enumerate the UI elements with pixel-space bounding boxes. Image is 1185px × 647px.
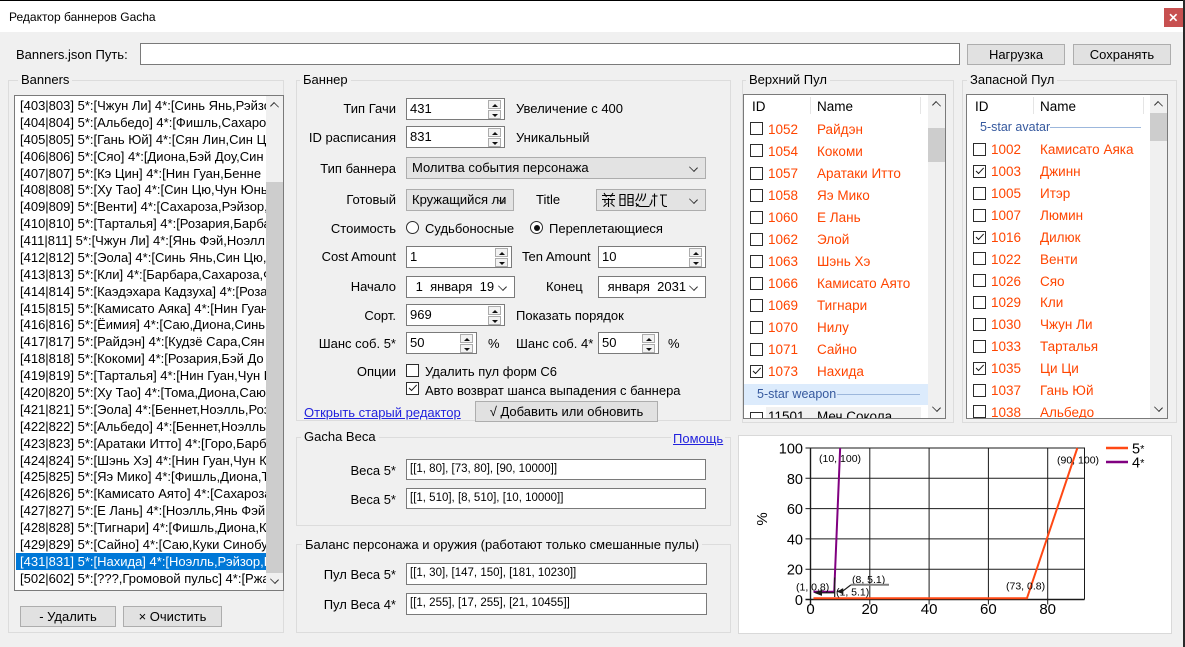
svg-text:%: % bbox=[754, 512, 771, 525]
svg-text:60: 60 bbox=[787, 502, 803, 518]
svg-text:80: 80 bbox=[787, 472, 803, 488]
svg-text:(1, 0.8): (1, 0.8) bbox=[796, 582, 829, 594]
svg-text:4*: 4* bbox=[1132, 456, 1145, 472]
svg-text:(73, 0.8): (73, 0.8) bbox=[1006, 581, 1045, 593]
svg-text:0: 0 bbox=[795, 593, 803, 609]
svg-text:80: 80 bbox=[1039, 601, 1056, 618]
svg-text:20: 20 bbox=[787, 563, 803, 579]
svg-text:(90, 100): (90, 100) bbox=[1057, 455, 1099, 467]
svg-text:0: 0 bbox=[806, 601, 814, 618]
svg-text:60: 60 bbox=[980, 601, 997, 618]
svg-text:40: 40 bbox=[921, 601, 938, 618]
svg-text:(10, 100): (10, 100) bbox=[819, 453, 861, 465]
svg-text:20: 20 bbox=[861, 601, 878, 618]
svg-text:100: 100 bbox=[779, 442, 803, 458]
svg-text:40: 40 bbox=[787, 532, 803, 548]
